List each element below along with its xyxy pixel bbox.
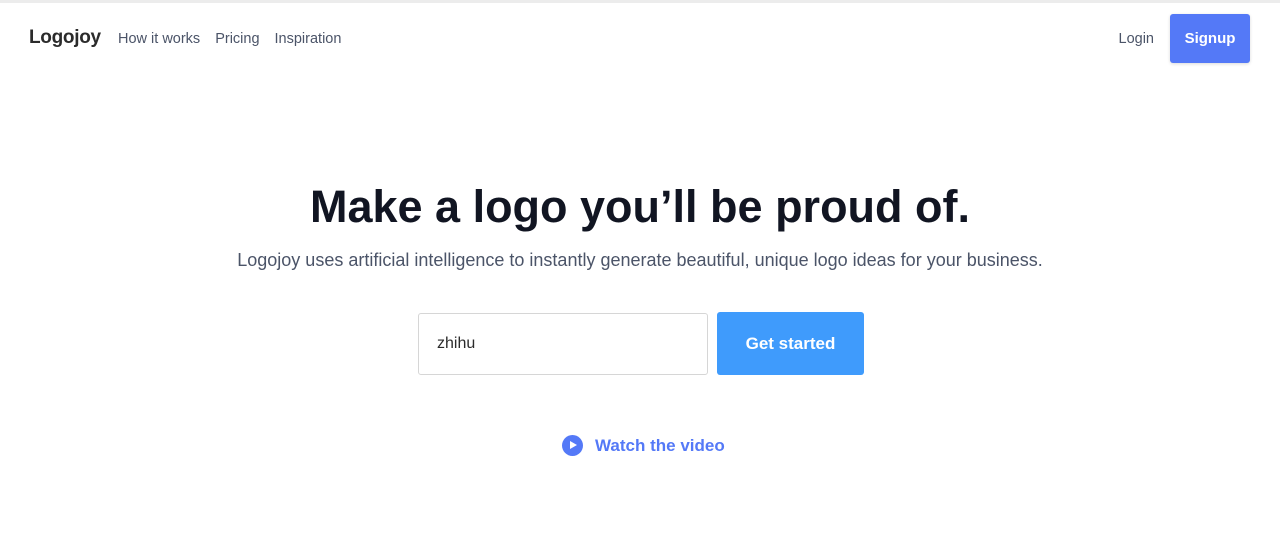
- get-started-button[interactable]: Get started: [717, 312, 864, 375]
- hero-subtitle: Logojoy uses artificial intelligence to …: [237, 250, 1043, 270]
- nav-link-how-it-works[interactable]: How it works: [118, 31, 200, 47]
- signup-button[interactable]: Signup: [1170, 14, 1250, 63]
- hero-title: Make a logo you’ll be proud of.: [309, 181, 971, 232]
- watch-video-link[interactable]: Watch the video: [562, 435, 725, 456]
- top-nav: Logojoy How it works Pricing Inspiration…: [0, 3, 1280, 75]
- nav-links: How it works Pricing Inspiration: [118, 31, 341, 47]
- nav-link-pricing[interactable]: Pricing: [215, 31, 259, 47]
- login-link[interactable]: Login: [1119, 31, 1154, 47]
- nav-link-inspiration[interactable]: Inspiration: [275, 31, 342, 47]
- watch-video-label: Watch the video: [595, 435, 725, 455]
- logo[interactable]: Logojoy: [29, 27, 101, 49]
- play-circle-icon: [562, 435, 583, 456]
- business-name-input[interactable]: [418, 313, 708, 375]
